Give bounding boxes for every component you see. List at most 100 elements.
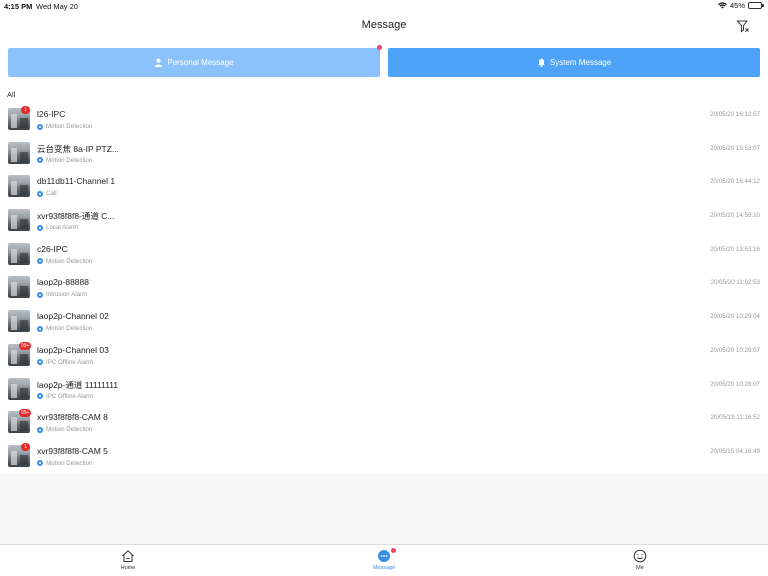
unread-dot xyxy=(377,45,382,50)
alarm-type: Motion Detection xyxy=(37,123,92,130)
alarm-type-label: Motion Detection xyxy=(46,426,93,434)
message-time: 20/05/15 04:16:49 xyxy=(710,447,760,455)
message-time: 20/05/20 10:28:07 xyxy=(710,380,760,388)
tab-message-label: Message xyxy=(372,565,396,571)
alarm-type-label: Motion Detection xyxy=(46,325,93,333)
alarm-type: Motion Detection xyxy=(37,426,92,433)
status-right: 45% xyxy=(718,1,764,10)
filter-icon xyxy=(736,20,749,33)
device-name: laop2p-Channel 02 xyxy=(37,311,109,322)
list-item[interactable]: 云台变焦 8a-IP PTZ... Motion Detection 20/05… xyxy=(0,136,768,170)
tab-bar: Home Message Me xyxy=(0,544,768,576)
home-icon xyxy=(122,550,134,562)
device-name: xvr93f8f8f8-CAM 8 xyxy=(37,412,108,423)
list-item[interactable]: laop2p-88888 Intrusion Alarm 20/05/20 11… xyxy=(0,270,768,304)
device-name: c26-IPC xyxy=(37,243,68,254)
device-name: laop2p-通道 11111111 xyxy=(37,379,119,390)
list-item[interactable]: 99+ laop2p-Channel 03 IPC Offline Alarm … xyxy=(0,338,768,372)
unread-badge: 99+ xyxy=(19,409,32,418)
bell-icon xyxy=(537,58,545,67)
device-name: laop2p-Channel 03 xyxy=(37,344,109,355)
alarm-type-icon xyxy=(37,258,43,265)
alarm-type: Motion Detection xyxy=(37,258,92,265)
message-time: 20/05/20 10:29:04 xyxy=(710,313,760,321)
tab-me-label: Me xyxy=(636,565,644,571)
system-message-tab[interactable]: System Message xyxy=(388,48,760,77)
message-time: 20/05/20 15:53:07 xyxy=(710,144,760,152)
message-icon-wrap xyxy=(377,548,396,563)
unread-badge: 1 xyxy=(21,106,30,114)
alarm-type: Motion Detection xyxy=(37,325,92,332)
message-time: 20/05/19 11:16:52 xyxy=(710,414,760,422)
me-icon xyxy=(633,549,647,563)
filter-button[interactable] xyxy=(736,19,750,33)
list-item[interactable]: c26-IPC Motion Detection 20/05/20 13:53:… xyxy=(0,237,768,271)
alarm-type-label: IPC Offline Alarm xyxy=(46,392,94,400)
battery-icon xyxy=(748,2,764,9)
device-name: xvr93f8f8f8-通道 C... xyxy=(37,211,115,222)
battery-percent: 45% xyxy=(729,1,745,10)
message-time: 20/05/20 16:12:57 xyxy=(710,111,760,118)
wifi-icon xyxy=(718,2,727,9)
tab-message[interactable]: Message xyxy=(354,548,414,571)
alarm-type-icon xyxy=(37,393,43,399)
chat-icon xyxy=(378,550,390,562)
tab-home-label: Home xyxy=(120,565,136,571)
camera-thumbnail xyxy=(8,276,30,299)
device-name: laop2p-88888 xyxy=(37,277,89,288)
message-unread-dot xyxy=(391,548,396,553)
device-name: xvr93f8f8f8-CAM 5 xyxy=(37,445,108,456)
camera-thumbnail xyxy=(8,141,30,164)
alarm-type-icon xyxy=(37,325,43,332)
alarm-type-label: Motion Detection xyxy=(46,123,93,130)
camera-thumbnail xyxy=(8,175,30,198)
alarm-type-icon xyxy=(37,190,43,197)
alarm-type-label: Local Alarm xyxy=(46,224,79,232)
alarm-type-icon xyxy=(37,291,43,298)
personal-message-label: Personal Message xyxy=(167,58,234,67)
tab-me[interactable]: Me xyxy=(610,549,670,571)
list-item[interactable]: db11db11-Channel 1 Call 20/05/20 16:44:1… xyxy=(0,169,768,203)
personal-message-tab[interactable]: Personal Message xyxy=(8,45,382,77)
alarm-type: Call xyxy=(37,190,57,197)
unread-badge: 1 xyxy=(21,442,30,451)
device-name: l26-IPC xyxy=(37,109,66,119)
list-item[interactable]: xvr93f8f8f8-通道 C... Local Alarm 20/05/20… xyxy=(0,203,768,237)
alarm-type-icon xyxy=(37,426,43,433)
camera-thumbnail xyxy=(8,209,30,232)
message-list: 1 l26-IPC Motion Detection 20/05/20 16:1… xyxy=(0,102,768,474)
camera-thumbnail xyxy=(8,242,30,265)
alarm-type: Motion Detection xyxy=(37,460,92,467)
alarm-type: Motion Detection xyxy=(37,157,92,164)
alarm-type-icon xyxy=(37,123,43,130)
status-bar: 4:15 PM Wed May 20 45% xyxy=(0,0,768,12)
alarm-type-label: Motion Detection xyxy=(46,257,93,265)
message-time: 20/05/20 11:02:53 xyxy=(710,279,760,287)
camera-thumbnail xyxy=(8,310,30,333)
list-item[interactable]: 99+ xvr93f8f8f8-CAM 8 Motion Detection 2… xyxy=(0,405,768,439)
alarm-type-icon xyxy=(37,359,43,366)
alarm-type: Local Alarm xyxy=(37,224,78,231)
alarm-type-label: Motion Detection xyxy=(46,459,93,467)
status-date: Wed May 20 xyxy=(36,2,78,11)
alarm-type-label: Intrusion Alarm xyxy=(46,291,88,299)
alarm-type-icon xyxy=(37,224,43,231)
tab-home[interactable]: Home xyxy=(98,549,158,571)
status-time: 4:15 PM xyxy=(4,2,33,11)
alarm-type-icon xyxy=(37,460,43,467)
person-icon xyxy=(155,58,163,67)
alarm-type-label: Motion Detection xyxy=(46,156,93,164)
list-item[interactable]: 1 l26-IPC Motion Detection 20/05/20 16:1… xyxy=(0,102,768,136)
list-item[interactable]: laop2p-Channel 02 Motion Detection 20/05… xyxy=(0,304,768,338)
filter-all-label[interactable]: All xyxy=(0,86,768,102)
header: Message xyxy=(0,12,768,42)
alarm-type: IPC Offline Alarm xyxy=(37,393,93,400)
list-item[interactable]: 1 xvr93f8f8f8-CAM 5 Motion Detection 20/… xyxy=(0,439,768,473)
message-time: 20/05/20 13:53:16 xyxy=(710,245,760,253)
alarm-type: Intrusion Alarm xyxy=(37,291,87,298)
message-time: 20/05/20 10:29:07 xyxy=(710,346,760,354)
unread-badge: 99+ xyxy=(19,341,32,350)
alarm-type-icon xyxy=(37,157,43,164)
alarm-type: IPC Offline Alarm xyxy=(37,359,93,366)
list-item[interactable]: laop2p-通道 11111111 IPC Offline Alarm 20/… xyxy=(0,372,768,406)
